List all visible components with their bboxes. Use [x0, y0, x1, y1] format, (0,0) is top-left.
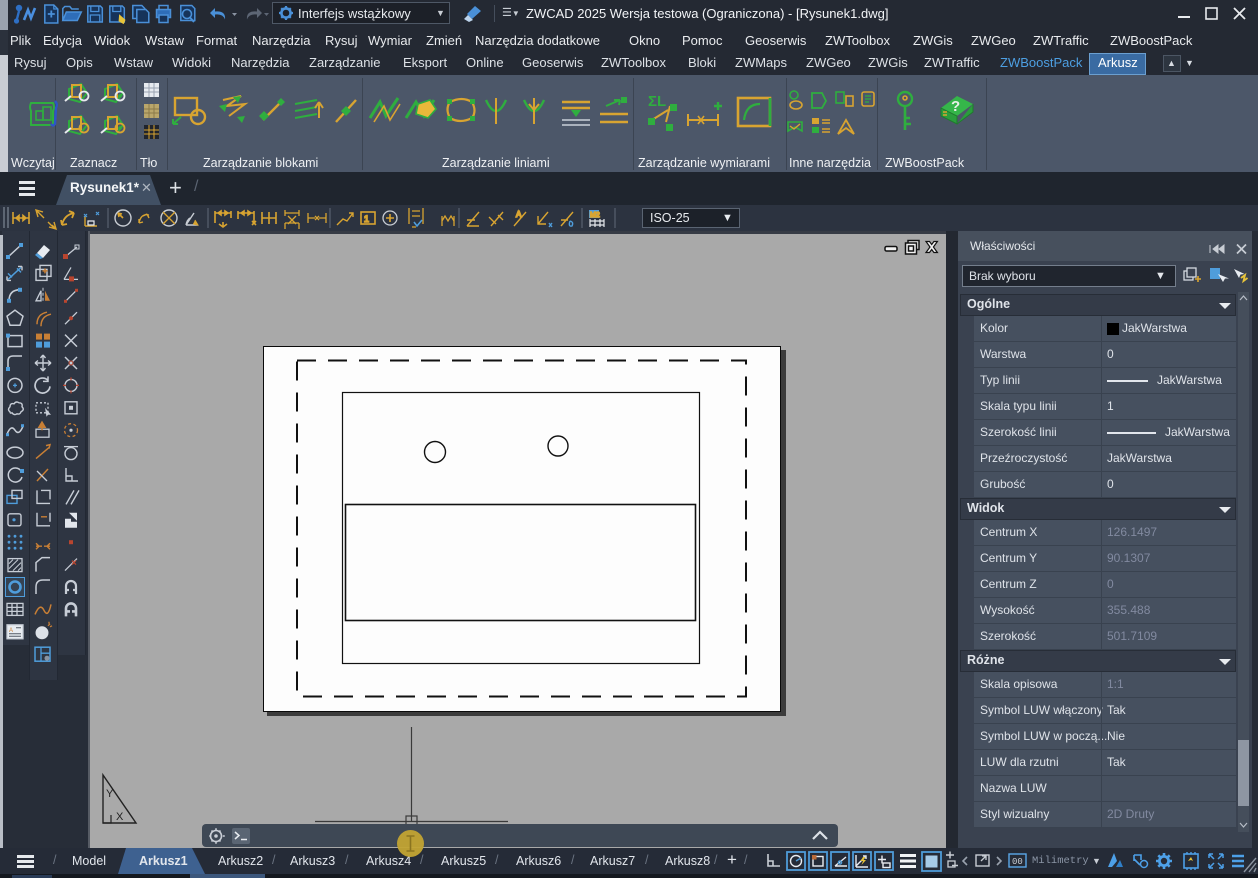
svg-text:A: A — [516, 210, 522, 219]
svg-text:A: A — [9, 628, 13, 634]
svg-text:1: 1 — [364, 214, 369, 224]
svg-text:Y: Y — [106, 788, 114, 800]
svg-text:X: X — [116, 811, 124, 823]
svg-text:00: 00 — [1012, 857, 1023, 867]
svg-text:M2: M2 — [590, 212, 600, 219]
svg-text:?: ? — [951, 98, 960, 115]
svg-text:ΣL: ΣL — [648, 93, 666, 110]
